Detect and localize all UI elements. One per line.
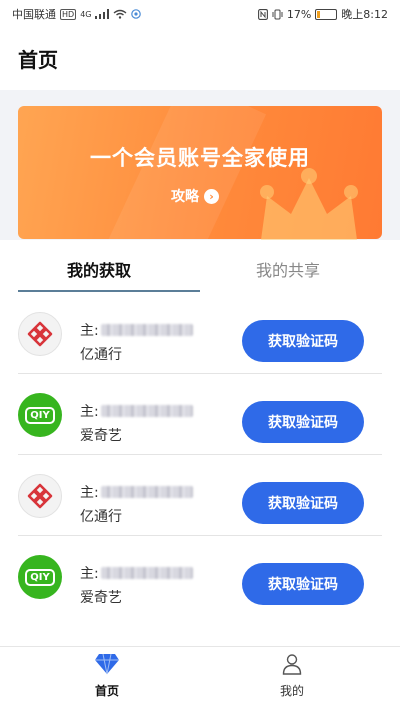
yitongxing-logo-icon — [18, 474, 62, 518]
tab-my-shared[interactable]: 我的共享 — [256, 257, 320, 281]
iqiyi-logo-icon: QIY — [18, 555, 62, 599]
owner-prefix: 主: — [80, 566, 99, 582]
app-name: 亿通行 — [80, 509, 122, 525]
divider — [18, 454, 382, 455]
bottom-nav: 首页 我的 — [0, 646, 400, 710]
clock: 晚上8:12 — [341, 8, 388, 21]
masked-phone — [100, 324, 193, 336]
battery-percent: 17% — [286, 7, 312, 21]
masked-phone — [100, 567, 193, 579]
get-code-button[interactable]: 获取验证码 — [242, 401, 364, 443]
carrier-label: 中国联通 — [12, 8, 56, 21]
diamond-icon — [95, 653, 119, 675]
owner-prefix: 主: — [80, 485, 99, 501]
status-right: 17% 晚上8:12 — [257, 6, 388, 22]
vibrate-icon — [272, 9, 283, 19]
get-code-button[interactable]: 获取验证码 — [242, 320, 364, 362]
yitongxing-logo-icon — [18, 312, 62, 356]
header: 首页 — [0, 28, 400, 90]
notification-icon — [131, 9, 142, 19]
status-left: 中国联通 HD 4G — [12, 6, 142, 22]
page-title: 首页 — [18, 48, 58, 72]
user-icon — [282, 654, 302, 675]
battery-fill — [317, 10, 321, 18]
iqiyi-logo-icon: QIY — [18, 393, 62, 437]
wifi-icon — [114, 9, 127, 19]
app-name: 亿通行 — [80, 347, 122, 363]
app-name: 爱奇艺 — [80, 428, 122, 444]
iqiyi-logo-text: QIY — [25, 568, 55, 586]
divider — [18, 373, 382, 374]
iqiyi-logo-text: QIY — [25, 406, 55, 424]
guide-link-label: 攻略 — [171, 189, 199, 205]
list-item: QIY 主: 爱奇艺 获取验证码 — [0, 375, 400, 455]
owner-account: 主: — [80, 401, 193, 421]
masked-phone — [100, 486, 193, 498]
hd-badge: HD — [60, 8, 77, 20]
list-item: 主: 亿通行 获取验证码 — [0, 294, 400, 374]
tab-my-received[interactable]: 我的获取 — [67, 257, 131, 281]
battery-icon — [315, 8, 338, 20]
network-label: 4G — [80, 9, 92, 19]
crown-icon — [260, 168, 358, 240]
banner-decoration — [99, 106, 267, 239]
owner-prefix: 主: — [80, 323, 99, 339]
owner-account: 主: — [80, 320, 193, 340]
get-code-button[interactable]: 获取验证码 — [242, 482, 364, 524]
status-bar: 中国联通 HD 4G 17% 晚上8:12 — [0, 0, 400, 28]
nfc-icon — [257, 8, 268, 20]
masked-phone — [100, 405, 193, 417]
tab-bar: 我的获取 我的共享 — [0, 240, 400, 294]
arrow-right-icon: › — [204, 188, 219, 204]
nav-mine[interactable]: 我的 — [252, 653, 332, 699]
list-item: 主: 亿通行 获取验证码 — [0, 456, 400, 536]
list-item: QIY 主: 爱奇艺 获取验证码 — [0, 537, 400, 617]
guide-link[interactable]: 攻略 › — [171, 186, 219, 206]
nav-home-label: 首页 — [94, 684, 119, 698]
account-list: 主: 亿通行 获取验证码 QIY 主: 爱奇艺 获取验证码 主: 亿通行 获取验… — [0, 294, 400, 646]
get-code-button[interactable]: 获取验证码 — [242, 563, 364, 605]
divider — [18, 535, 382, 536]
owner-account: 主: — [80, 563, 193, 583]
signal-icon — [95, 9, 110, 19]
active-tab-indicator — [18, 290, 200, 292]
nav-home[interactable]: 首页 — [67, 653, 147, 699]
nav-mine-label: 我的 — [279, 684, 304, 698]
owner-prefix: 主: — [80, 404, 99, 420]
app-name: 爱奇艺 — [80, 590, 122, 606]
owner-account: 主: — [80, 482, 193, 502]
